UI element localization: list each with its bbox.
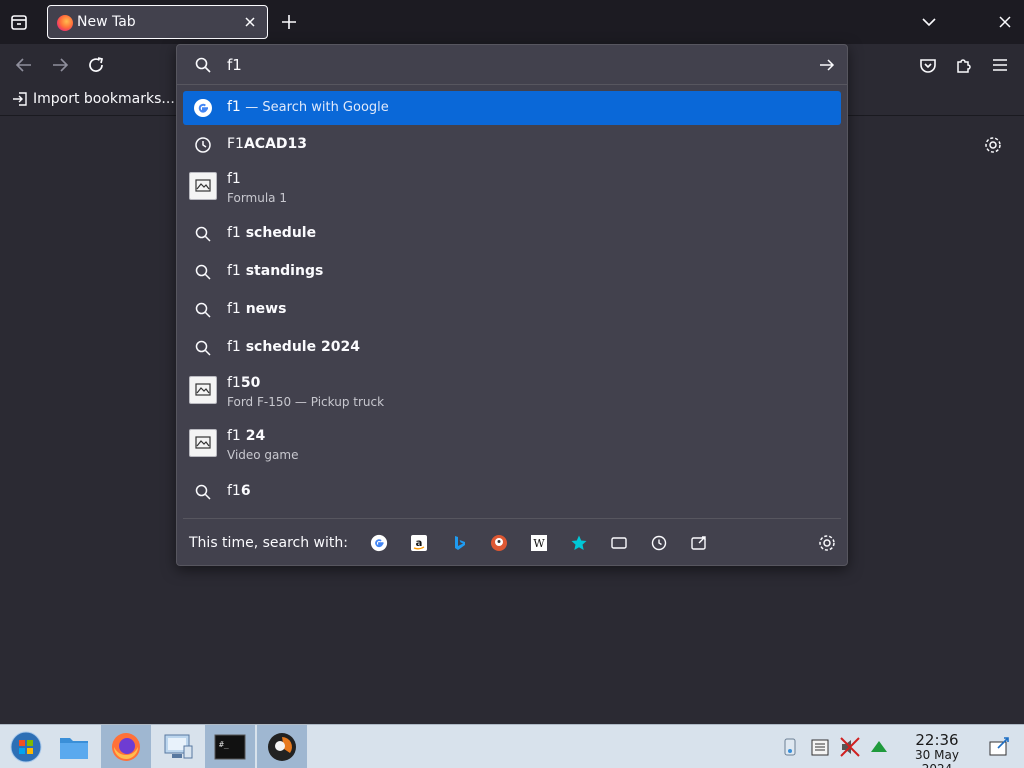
result-description: Video game — [227, 448, 299, 462]
clock-date: 30 May 2024 — [915, 748, 959, 768]
taskbar-clock[interactable]: 22:36 30 May 2024 — [898, 732, 976, 768]
firefox-favicon-icon — [57, 15, 73, 31]
system-monitor-icon[interactable] — [154, 725, 202, 768]
wikipedia-thumb-icon — [189, 172, 217, 200]
tab-new-tab[interactable]: New Tab — [47, 5, 268, 39]
wikipedia-thumb-icon — [189, 429, 217, 457]
result-title: f1 — [227, 171, 241, 187]
pocket-icon[interactable] — [916, 53, 940, 77]
network-tray-icon[interactable] — [779, 736, 801, 758]
one-off-label: This time, search with: — [189, 535, 348, 551]
search-icon — [194, 56, 212, 74]
tab-close-icon[interactable] — [240, 12, 260, 32]
window-close-icon[interactable] — [994, 11, 1016, 33]
bookmarks-star-icon[interactable] — [569, 533, 589, 553]
result-row-rich-wikipedia[interactable]: f1 Formula 1 — [183, 165, 841, 215]
app-qbittorrent-icon[interactable] — [257, 725, 307, 768]
result-text: f1 standings — [227, 263, 324, 279]
wikipedia-thumb-icon — [189, 376, 217, 404]
import-icon — [13, 92, 27, 106]
duckduckgo-icon[interactable] — [489, 533, 509, 553]
result-description: Formula 1 — [227, 191, 287, 205]
list-all-tabs-chevron-icon[interactable] — [918, 11, 940, 33]
new-tab-plus-icon[interactable] — [278, 11, 300, 33]
go-arrow-icon[interactable] — [817, 55, 837, 75]
search-icon — [193, 482, 213, 502]
tab-title: New Tab — [77, 14, 136, 30]
result-text: f1 news — [227, 301, 287, 317]
firefox-view-icon[interactable] — [8, 11, 30, 33]
tab-strip: New Tab — [0, 0, 1024, 44]
tabs-icon[interactable] — [609, 533, 629, 553]
result-description: Ford F-150 — Pickup truck — [227, 395, 385, 409]
page-settings-gear-icon[interactable] — [983, 135, 1003, 155]
extensions-puzzle-icon[interactable] — [952, 53, 976, 77]
google-icon[interactable] — [369, 533, 389, 553]
amazon-icon[interactable]: a — [409, 533, 429, 553]
terminal-icon[interactable]: #_ — [205, 725, 255, 768]
back-arrow-icon[interactable] — [12, 53, 36, 77]
svg-text:#_: #_ — [219, 740, 229, 749]
hamburger-menu-icon[interactable] — [988, 53, 1012, 77]
firefox-taskbar-icon[interactable] — [101, 725, 151, 768]
bing-icon[interactable] — [449, 533, 469, 553]
result-row-history[interactable]: F1ACAD13 — [183, 125, 841, 165]
forward-arrow-icon[interactable] — [48, 53, 72, 77]
result-title: f150 — [227, 375, 261, 391]
urlbar-popup: f1 — Search with Google F1ACAD13 f1 Form… — [176, 44, 848, 566]
svg-text:a: a — [416, 538, 423, 549]
result-row-rich-wikipedia[interactable]: f150 Ford F-150 — Pickup truck — [183, 367, 841, 420]
svg-text:W: W — [533, 537, 545, 550]
show-desktop-icon[interactable] — [988, 736, 1010, 758]
result-row-rich-wikipedia[interactable]: f1 24 Video game — [183, 420, 841, 473]
start-menu-orb-icon[interactable] — [4, 725, 48, 768]
result-title: f1 24 — [227, 428, 266, 444]
result-text: F1ACAD13 — [227, 136, 308, 152]
urlbar-results: f1 — Search with Google F1ACAD13 f1 Form… — [183, 91, 841, 511]
result-text: f1 schedule — [227, 225, 317, 241]
result-row-suggestion[interactable]: f1 schedule 2024 — [183, 329, 841, 367]
clipboard-tray-icon[interactable] — [809, 736, 831, 758]
update-arrow-tray-icon[interactable] — [868, 736, 890, 758]
wikipedia-icon[interactable]: W — [529, 533, 549, 553]
result-row-search-google[interactable]: f1 — Search with Google — [183, 91, 841, 125]
volume-muted-tray-icon[interactable] — [839, 736, 861, 758]
reload-icon[interactable] — [84, 53, 108, 77]
one-off-search-bar: This time, search with: a W — [183, 518, 841, 566]
result-text: f1 — Search with Google — [227, 99, 389, 115]
result-row-suggestion[interactable]: f1 standings — [183, 253, 841, 291]
result-row-suggestion[interactable]: f1 news — [183, 291, 841, 329]
urlbar-input-row — [177, 45, 847, 85]
search-icon — [193, 224, 213, 244]
result-row-suggestion[interactable]: f1 schedule — [183, 215, 841, 253]
search-icon — [193, 262, 213, 282]
search-icon — [193, 338, 213, 358]
clock-time: 22:36 — [915, 731, 959, 749]
result-text: f1 schedule 2024 — [227, 339, 360, 355]
file-manager-icon[interactable] — [52, 725, 96, 768]
urlbar-input[interactable] — [227, 53, 807, 77]
import-bookmarks-button[interactable]: Import bookmarks... — [12, 91, 175, 107]
history-clock-icon — [193, 135, 213, 155]
search-icon — [193, 300, 213, 320]
result-row-suggestion[interactable]: f16 — [183, 473, 841, 511]
result-text: f16 — [227, 483, 251, 499]
history-icon[interactable] — [649, 533, 669, 553]
os-taskbar: #_ 22:36 30 May 2024 — [0, 724, 1024, 768]
google-icon — [193, 98, 213, 118]
import-bookmarks-label: Import bookmarks... — [33, 91, 175, 107]
actions-icon[interactable] — [689, 533, 709, 553]
search-settings-gear-icon[interactable] — [817, 533, 837, 553]
